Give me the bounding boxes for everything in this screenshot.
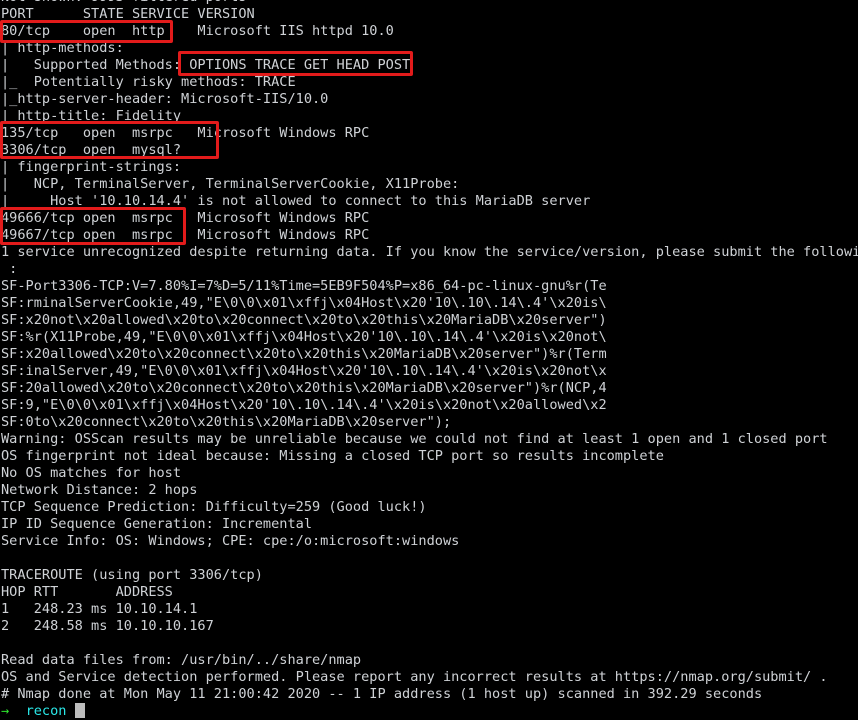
output-line: # Nmap done at Mon May 11 21:00:42 2020 … — [1, 686, 763, 702]
output-line: SF:%r(X11Probe,49,"E\0\0\x01\xffj\x04Hos… — [1, 329, 607, 345]
output-line: HOP RTT ADDRESS — [1, 584, 173, 600]
output-line: |_http-title: Fidelity — [1, 108, 182, 124]
output-line: | NCP, TerminalServer, TerminalServerCoo… — [1, 176, 460, 192]
output-line: No OS matches for host — [1, 465, 182, 481]
output-line-blank — [1, 635, 858, 652]
output-line: IP ID Sequence Generation: Incremental — [1, 516, 312, 532]
output-line: SF:inalServer,49,"E\0\0\x01\xffj\x04Host… — [1, 363, 607, 379]
terminal-window[interactable]: Not shown: 9993 filtered ports PORT STAT… — [0, 0, 858, 720]
output-line: 80/tcp open http Microsoft IIS httpd 10.… — [1, 23, 394, 39]
output-line: 3306/tcp open mysql? — [1, 142, 182, 158]
output-line: SF:x20allowed\x20to\x20connect\x20to\x20… — [1, 346, 607, 362]
text-cursor[interactable] — [74, 703, 85, 718]
output-line: 135/tcp open msrpc Microsoft Windows RPC — [1, 125, 370, 141]
output-line: SF:20allowed\x20to\x20connect\x20to\x20t… — [1, 380, 607, 396]
output-line: SF:0to\x20connect\x20to\x20this\x20Maria… — [1, 414, 452, 430]
prompt-arrow-icon: → — [1, 703, 10, 719]
output-line: | Supported Methods: OPTIONS TRACE GET H… — [1, 57, 411, 73]
output-line: |_ Potentially risky methods: TRACE — [1, 74, 296, 90]
output-line: 1 service unrecognized despite returning… — [1, 244, 858, 260]
output-line: | http-methods: — [1, 40, 124, 56]
output-line: Network Distance: 2 hops — [1, 482, 198, 498]
terminal-output: Not shown: 9993 filtered ports PORT STAT… — [0, 0, 858, 720]
output-line: |_http-server-header: Microsoft-IIS/10.0 — [1, 91, 329, 107]
output-line: |_ Host '10.10.14.4' is not allowed to c… — [1, 193, 591, 209]
output-line: 2 248.58 ms 10.10.10.167 — [1, 618, 214, 634]
output-line: TCP Sequence Prediction: Difficulty=259 … — [1, 499, 427, 515]
output-line-blank — [1, 550, 858, 567]
shell-prompt[interactable]: → recon — [1, 703, 858, 720]
output-line: SF:rminalServerCookie,49,"E\0\0\x01\xffj… — [1, 295, 607, 311]
output-line: OS and Service detection performed. Plea… — [1, 669, 828, 685]
output-line: 1 248.23 ms 10.10.14.1 — [1, 601, 198, 617]
output-line: 49666/tcp open msrpc Microsoft Windows R… — [1, 210, 370, 226]
output-line: Read data files from: /usr/bin/../share/… — [1, 652, 362, 668]
output-line: PORT STATE SERVICE VERSION — [1, 6, 255, 22]
output-line: TRACEROUTE (using port 3306/tcp) — [1, 567, 263, 583]
output-line: 49667/tcp open msrpc Microsoft Windows R… — [1, 227, 370, 243]
prompt-space-2 — [66, 703, 74, 719]
output-line: : — [1, 261, 18, 277]
output-line: SF:x20not\x20allowed\x20to\x20connect\x2… — [1, 312, 607, 328]
output-line: Service Info: OS: Windows; CPE: cpe:/o:m… — [1, 533, 460, 549]
output-line: | fingerprint-strings: — [1, 159, 182, 175]
output-line: SF-Port3306-TCP:V=7.80%I=7%D=5/11%Time=5… — [1, 278, 607, 294]
output-line: SF:9,"E\0\0\x01\xffj\x04Host\x20'10\.10\… — [1, 397, 607, 413]
output-line: OS fingerprint not ideal because: Missin… — [1, 448, 664, 464]
output-line: Warning: OSScan results may be unreliabl… — [1, 431, 828, 447]
prompt-path: recon — [25, 703, 67, 719]
